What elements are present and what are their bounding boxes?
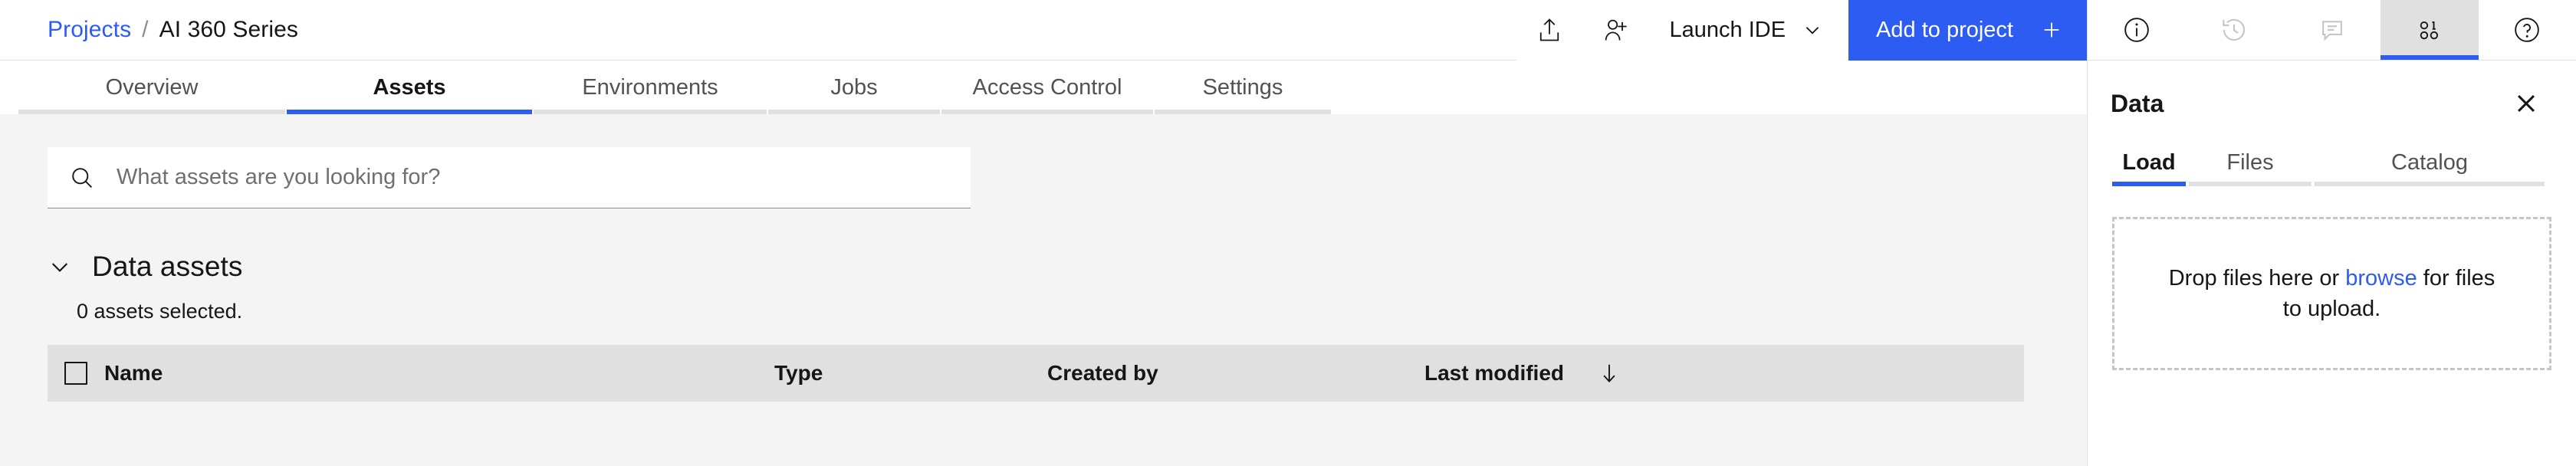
help-icon	[2512, 15, 2542, 44]
panel-tab-catalog-label: Catalog	[2391, 149, 2468, 175]
tab-assets[interactable]: Assets	[287, 61, 532, 114]
arrow-down-icon[interactable]	[1598, 362, 1621, 385]
search-icon	[48, 147, 117, 208]
panel-tab-files-label: Files	[2226, 149, 2274, 175]
tab-overview-label: Overview	[105, 74, 199, 100]
tab-settings-label: Settings	[1202, 74, 1283, 100]
top-bar: Projects / AI 360 Series Launch IDE Add …	[0, 0, 2087, 61]
add-to-project-label: Add to project	[1876, 17, 2013, 42]
main-content-area: Projects / AI 360 Series Launch IDE Add …	[0, 0, 2087, 466]
comment-icon	[2318, 15, 2347, 44]
tab-jobs-label: Jobs	[830, 74, 878, 100]
column-header-type[interactable]: Type	[774, 345, 1047, 402]
tab-access-control[interactable]: Access Control	[941, 61, 1153, 114]
launch-ide-label: Launch IDE	[1669, 17, 1786, 42]
tab-environments[interactable]: Environments	[534, 61, 767, 114]
tab-assets-label: Assets	[373, 74, 446, 100]
browse-files-link[interactable]: browse	[2345, 266, 2417, 290]
column-header-type-label: Type	[774, 361, 823, 385]
upload-button[interactable]	[1516, 0, 1582, 61]
breadcrumb-current-project: AI 360 Series	[159, 17, 299, 42]
data-panel-tabs: Load Files Catalog	[2088, 139, 2576, 186]
info-panel-button[interactable]	[2088, 0, 2185, 60]
column-header-last-modified[interactable]: Last modified	[1424, 345, 1621, 402]
upload-icon	[1536, 16, 1563, 44]
tab-access-control-label: Access Control	[972, 74, 1122, 100]
column-header-last-modified-label: Last modified	[1424, 361, 1565, 385]
tab-jobs[interactable]: Jobs	[768, 61, 940, 114]
panel-tab-load-label: Load	[2122, 149, 2176, 175]
panel-tab-files[interactable]: Files	[2189, 139, 2312, 186]
asset-search-bar[interactable]	[48, 146, 971, 208]
history-panel-button[interactable]	[2185, 0, 2282, 60]
add-to-project-button[interactable]: Add to project	[1848, 0, 2087, 61]
assets-table-header: Name Type Created by Last modified	[48, 345, 2024, 402]
add-collaborator-button[interactable]	[1582, 0, 1648, 61]
help-panel-button[interactable]	[2479, 0, 2576, 60]
column-header-created-by[interactable]: Created by	[1047, 345, 1424, 402]
panel-tab-load-underline	[2112, 182, 2186, 186]
plus-icon	[2041, 19, 2062, 41]
tab-overview-underline	[18, 110, 285, 114]
data-panel-header: Data	[2088, 71, 2576, 136]
add-user-icon	[1602, 16, 1629, 44]
panel-tab-catalog-underline	[2315, 182, 2545, 186]
top-bar-actions: Launch IDE Add to project	[1516, 0, 2087, 61]
breadcrumb-separator: /	[142, 17, 149, 42]
data-assets-section-toggle[interactable]: Data assets	[48, 251, 2087, 283]
comment-panel-button[interactable]	[2283, 0, 2380, 60]
project-tabs: Overview Assets Environments Jobs Access…	[0, 61, 2087, 114]
tab-environments-label: Environments	[582, 74, 718, 100]
right-panel-icon-rail	[2088, 0, 2576, 61]
tab-jobs-underline	[768, 110, 940, 114]
column-header-name[interactable]: Name	[104, 345, 774, 402]
search-input[interactable]	[117, 146, 971, 208]
data-panel-title: Data	[2111, 89, 2164, 117]
tab-settings-underline	[1155, 110, 1331, 114]
data-panel-button[interactable]	[2380, 0, 2479, 60]
breadcrumb: Projects / AI 360 Series	[0, 17, 298, 43]
assets-selected-count: 0 assets selected.	[77, 300, 243, 323]
data-assets-section-title: Data assets	[92, 251, 243, 282]
history-icon	[2220, 15, 2249, 44]
launch-ide-dropdown[interactable]: Launch IDE	[1648, 0, 1849, 61]
breadcrumb-projects-link[interactable]: Projects	[48, 17, 131, 43]
file-dropzone[interactable]: Drop files here or browse for files to u…	[2112, 217, 2551, 370]
tab-access-control-underline	[941, 110, 1153, 114]
select-all-checkbox-cell[interactable]	[48, 345, 104, 402]
dropzone-text-before: Drop files here or	[2168, 265, 2346, 290]
chevron-down-icon	[1802, 20, 1822, 40]
column-header-created-by-label: Created by	[1047, 361, 1158, 385]
panel-tab-load[interactable]: Load	[2112, 139, 2186, 186]
tab-settings[interactable]: Settings	[1155, 61, 1331, 114]
info-icon	[2122, 15, 2151, 44]
file-dropzone-text: Drop files here or browse for files to u…	[2164, 263, 2501, 324]
tab-assets-underline	[287, 110, 532, 114]
chevron-down-icon	[48, 254, 72, 279]
column-header-name-label: Name	[104, 361, 163, 385]
data-icon	[2414, 15, 2445, 45]
panel-tab-files-underline	[2189, 182, 2312, 186]
right-side-panel: Data Load Files Catalog Drop files here …	[2087, 0, 2576, 466]
app-root: Projects / AI 360 Series Launch IDE Add …	[0, 0, 2576, 466]
tab-overview[interactable]: Overview	[18, 61, 285, 114]
close-icon[interactable]	[2505, 83, 2547, 124]
tab-environments-underline	[534, 110, 767, 114]
panel-tab-catalog[interactable]: Catalog	[2315, 139, 2545, 186]
select-all-checkbox[interactable]	[64, 362, 87, 385]
